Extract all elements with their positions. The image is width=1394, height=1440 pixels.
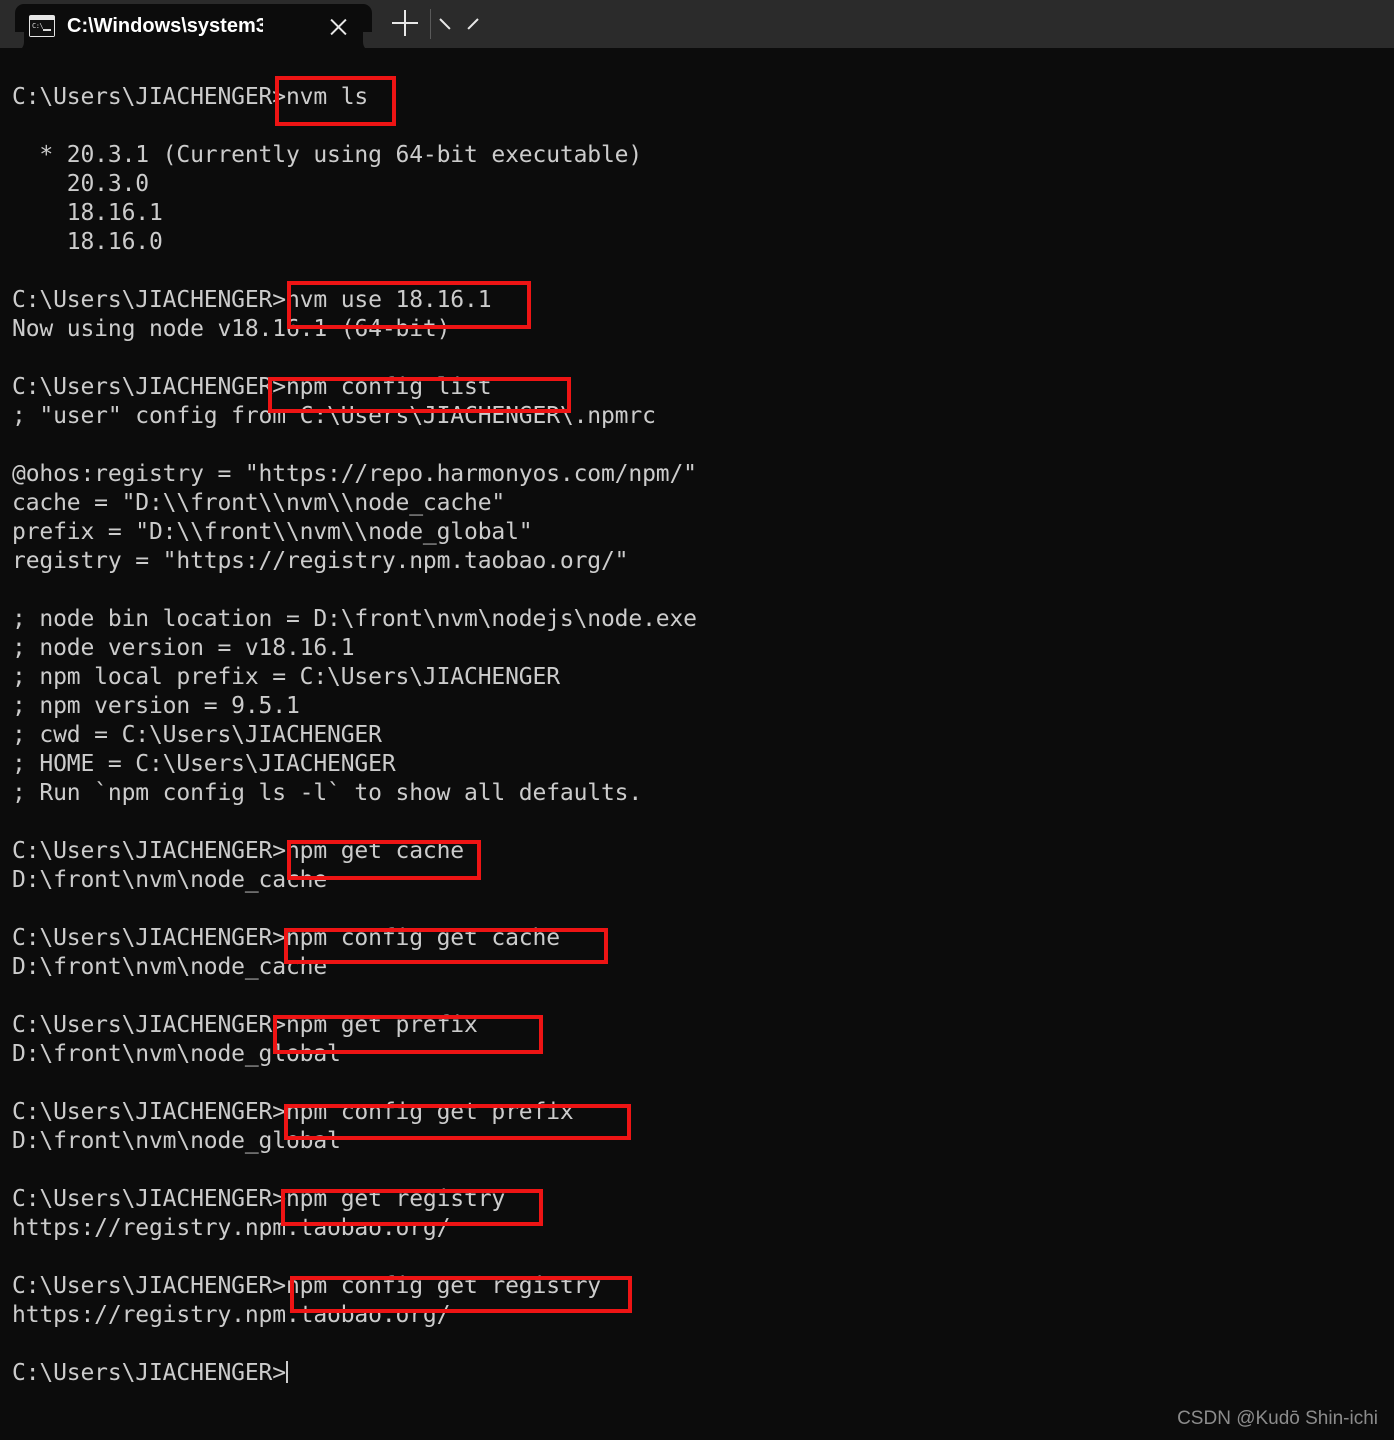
- console-line: ; node bin location = D:\front\nvm\nodej…: [12, 606, 697, 632]
- console-line: C:\Users\JIACHENGER>npm config get regis…: [12, 1273, 601, 1299]
- console-line: D:\front\nvm\node_cache: [12, 954, 328, 980]
- console-line: C:\Users\JIACHENGER>npm get cache: [12, 838, 465, 864]
- console-line: ; HOME = C:\Users\JIACHENGER: [12, 751, 396, 777]
- console-line: C:\Users\JIACHENGER>nvm use 18.16.1: [12, 287, 492, 313]
- watermark: CSDN @Kudō Shin-ichi: [1177, 1408, 1378, 1429]
- console-line: ; npm version = 9.5.1: [12, 693, 300, 719]
- console-line: 18.16.1: [12, 200, 163, 226]
- console-line: Now using node v18.16.1 (64-bit): [12, 316, 451, 342]
- tab-title: C:\Windows\system32\cmd.e: [67, 14, 263, 37]
- cmd-icon-prompt-text: C:\: [32, 22, 44, 30]
- console-line: https://registry.npm.taobao.org/: [12, 1215, 451, 1241]
- console-line: https://registry.npm.taobao.org/: [12, 1302, 451, 1328]
- cmd-console-icon: C:\: [29, 15, 55, 37]
- console-output: C:\Users\JIACHENGER>nvm ls * 20.3.1 (Cur…: [12, 83, 697, 1388]
- console-line: @ohos:registry = "https://repo.harmonyos…: [12, 461, 697, 487]
- console-line: C:\Users\JIACHENGER>: [12, 1360, 288, 1386]
- console-line: ; npm local prefix = C:\Users\JIACHENGER: [12, 664, 560, 690]
- text-cursor: [285, 1361, 288, 1383]
- title-bar: C:\ C:\Windows\system32\cmd.e: [0, 0, 1394, 52]
- console-line: C:\Users\JIACHENGER>npm config get cache: [12, 925, 560, 951]
- console-line: ; cwd = C:\Users\JIACHENGER: [12, 722, 382, 748]
- terminal-body[interactable]: C:\Users\JIACHENGER>nvm ls * 20.3.1 (Cur…: [0, 48, 1394, 1440]
- console-line: D:\front\nvm\node_global: [12, 1128, 341, 1154]
- console-line: C:\Users\JIACHENGER>nvm ls: [12, 84, 369, 110]
- console-line: C:\Users\JIACHENGER>npm get prefix: [12, 1012, 478, 1038]
- console-line: prefix = "D:\\front\\nvm\\node_global": [12, 519, 533, 545]
- chevron-down-icon[interactable]: [440, 14, 464, 32]
- console-line: 18.16.0: [12, 229, 163, 255]
- cmd-icon-underscore: [43, 29, 51, 31]
- close-icon[interactable]: [326, 15, 350, 39]
- console-line: C:\Users\JIACHENGER>npm config get prefi…: [12, 1099, 574, 1125]
- tabbar-divider: [430, 9, 431, 39]
- console-line: cache = "D:\\front\\nvm\\node_cache": [12, 490, 506, 516]
- console-line: * 20.3.1 (Currently using 64-bit executa…: [12, 142, 643, 168]
- console-line: ; Run `npm config ls -l` to show all def…: [12, 780, 643, 806]
- console-line: D:\front\nvm\node_cache: [12, 867, 328, 893]
- console-line: ; node version = v18.16.1: [12, 635, 355, 661]
- console-line: 20.3.0: [12, 171, 149, 197]
- console-line: D:\front\nvm\node_global: [12, 1041, 341, 1067]
- terminal-tab[interactable]: C:\ C:\Windows\system32\cmd.e: [4, 4, 383, 52]
- console-line: registry = "https://registry.npm.taobao.…: [12, 548, 629, 574]
- console-line: C:\Users\JIACHENGER>npm config list: [12, 374, 492, 400]
- new-tab-icon[interactable]: [392, 10, 418, 36]
- console-line: C:\Users\JIACHENGER>npm get registry: [12, 1186, 506, 1212]
- console-line: ; "user" config from C:\Users\JIACHENGER…: [12, 403, 656, 429]
